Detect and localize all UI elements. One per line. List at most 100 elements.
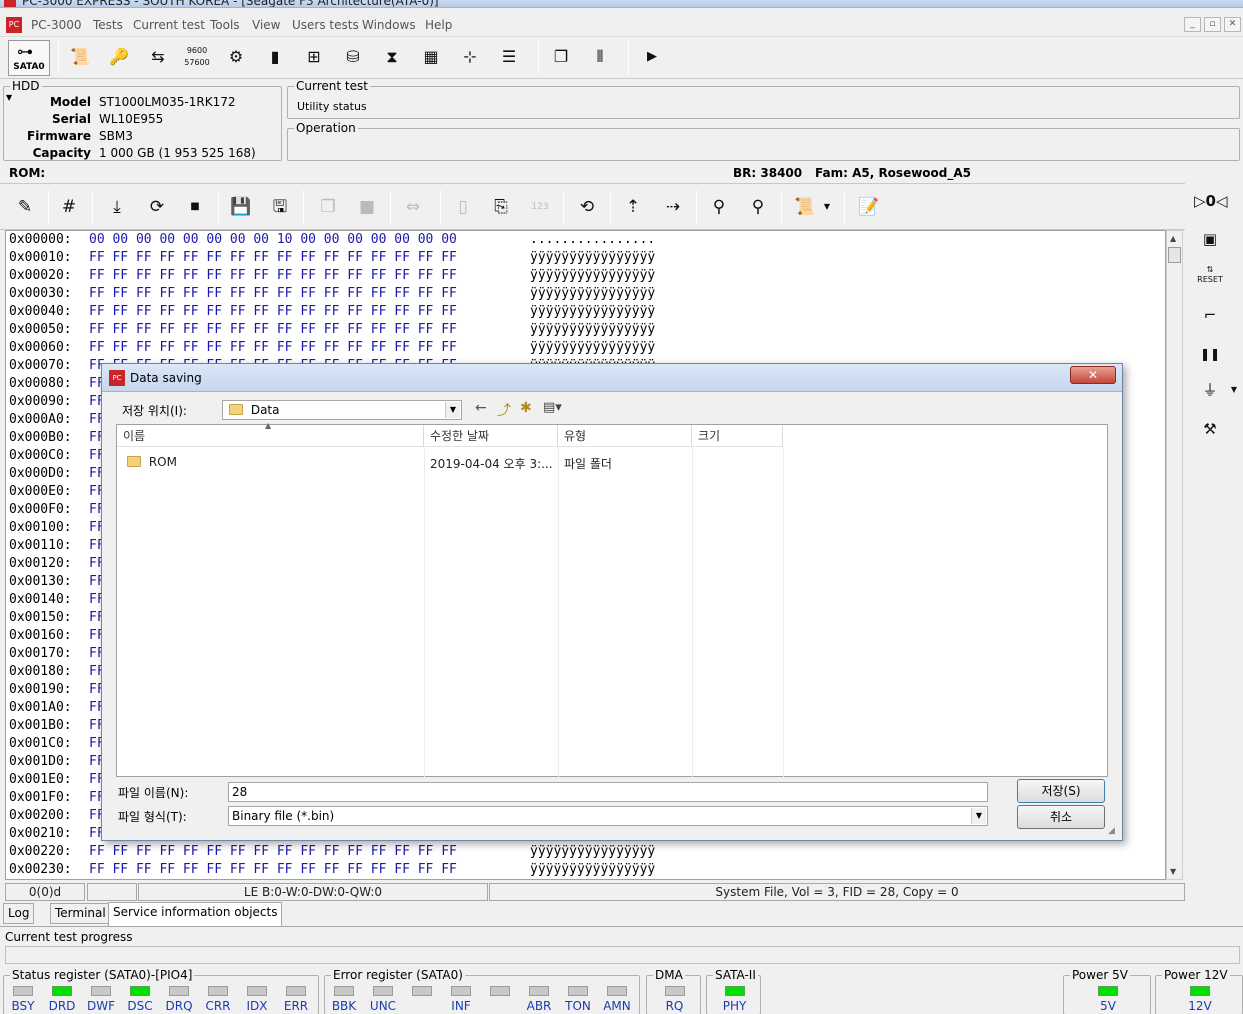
list-item[interactable]: ROM 2019-04-04 오후 3:... 파일 폴더 <box>117 451 1107 471</box>
page-refresh-icon[interactable]: ⟲ <box>574 194 600 220</box>
new-folder-icon[interactable]: ✱ <box>520 400 532 416</box>
minimize-icon[interactable]: _ <box>1184 17 1201 32</box>
hex-offset: 0x001E0: <box>9 772 72 787</box>
memory-icon[interactable]: ⊞ <box>300 43 328 71</box>
file-list[interactable]: 이름 ▲ 수정한 날짜 유형 크기 ROM 2019-04-04 오후 3:..… <box>116 421 1108 777</box>
menu-view[interactable]: View <box>252 18 280 32</box>
col-size[interactable]: 크기 <box>692 425 783 447</box>
page-down-icon[interactable]: ⎘ <box>488 194 514 220</box>
save-button[interactable]: 저장(S) <box>1017 779 1105 803</box>
filename-input[interactable]: 28 <box>228 782 988 802</box>
hex-row[interactable]: 0x00020: FF FF FF FF FF FF FF FF FF FF FF… <box>9 267 1159 285</box>
save-icon[interactable]: 💾 <box>228 194 254 220</box>
probe-icon[interactable]: ⌐ <box>1194 302 1226 328</box>
dialog-close-button[interactable]: ✕ <box>1070 366 1116 384</box>
baud-rate-icon[interactable]: 9600 57600 <box>183 43 211 71</box>
gear-icon[interactable]: ⚙ <box>222 43 250 71</box>
hex-row[interactable]: 0x00030: FF FF FF FF FF FF FF FF FF FF FF… <box>9 285 1159 303</box>
power-dropdown-icon[interactable]: ▼ <box>1228 377 1240 403</box>
menu-pc3000[interactable]: PC-3000 <box>31 18 81 32</box>
transfer-icon[interactable]: ⇆ <box>144 43 172 71</box>
port-connector-icon: ⊶ <box>17 42 33 61</box>
hex-row[interactable]: 0x00010: FF FF FF FF FF FF FF FF FF FF FF… <box>9 249 1159 267</box>
hourglass-icon[interactable]: ⧗ <box>378 43 406 71</box>
power-toggle-icon[interactable]: ▷0◁ <box>1194 188 1228 214</box>
find-next-icon[interactable]: ⚲ <box>745 194 771 220</box>
operation-label: Operation <box>294 121 358 135</box>
hex-bytes: FF FF FF FF FF FF FF FF FF FF FF FF FF F… <box>89 322 457 337</box>
board-icon[interactable]: ▣ <box>1194 226 1226 252</box>
up-folder-icon[interactable]: ⤴ <box>497 400 511 420</box>
pause-icon[interactable]: ❚❚ <box>1194 341 1226 367</box>
chevron-down-icon[interactable]: ▼ <box>445 402 460 418</box>
menu-current-test[interactable]: Current test <box>133 18 205 32</box>
hex-row[interactable]: 0x00050: FF FF FF FF FF FF FF FF FF FF FF… <box>9 321 1159 339</box>
stop-icon[interactable]: ■ <box>182 194 208 220</box>
scroll-thumb[interactable] <box>1168 247 1181 263</box>
led-label: BBK <box>331 999 357 1013</box>
menu-users-tests[interactable]: Users tests <box>292 18 359 32</box>
hex-row[interactable]: 0x00220: FF FF FF FF FF FF FF FF FF FF FF… <box>9 843 1159 861</box>
status-led <box>568 986 588 996</box>
page-jump-icon[interactable]: ⇢ <box>660 194 686 220</box>
hex-offset: 0x00060: <box>9 340 72 355</box>
chevron-down-icon[interactable]: ▼ <box>971 808 986 824</box>
tools-icon[interactable]: ⚒ <box>1194 416 1226 442</box>
hdd-group: HDD ▼ Model ST1000LM035-1RK172 Serial WL… <box>3 79 282 161</box>
resize-grip-icon[interactable]: ◢ <box>1108 826 1115 836</box>
save-as-icon[interactable]: 🖫 <box>267 194 293 220</box>
power-plug-icon[interactable]: ⏚ <box>1194 377 1226 403</box>
sort-arrow-icon: ▲ <box>265 421 272 430</box>
col-type[interactable]: 유형 <box>558 425 692 447</box>
hex-row[interactable]: 0x00230: FF FF FF FF FF FF FF FF FF FF FF… <box>9 861 1159 879</box>
refresh-icon[interactable]: ⟳ <box>144 194 170 220</box>
edit-icon[interactable]: ✎ <box>12 194 38 220</box>
template-icon[interactable]: 📜 <box>792 194 818 220</box>
tab-service-information-objects[interactable]: Service information objects <box>108 902 283 926</box>
grid-icon[interactable]: ▦ <box>417 43 445 71</box>
restore-icon[interactable]: ▫ <box>1204 17 1221 32</box>
hex-row[interactable]: 0x00060: FF FF FF FF FF FF FF FF FF FF FF… <box>9 339 1159 357</box>
back-arrow-icon[interactable]: ← <box>475 400 487 416</box>
play-icon[interactable]: ▶ <box>638 43 666 71</box>
reset-icon[interactable]: ⇅ RESET <box>1194 262 1226 288</box>
page-up-icon[interactable]: ⇡ <box>620 194 646 220</box>
download-icon[interactable]: ⤓ <box>104 194 130 220</box>
list-icon[interactable]: ☰ <box>495 43 523 71</box>
template-dropdown-icon[interactable]: ▼ <box>820 194 834 220</box>
chip-icon[interactable]: ▮ <box>261 43 289 71</box>
hex-bytes: FF FF FF FF FF FF FF FF FF FF FF FF FF F… <box>89 340 457 355</box>
save-in-select[interactable]: Data ▼ <box>222 400 462 420</box>
menu-windows[interactable]: Windows <box>362 18 416 32</box>
windows-icon[interactable]: ❐ <box>547 43 575 71</box>
hash-icon[interactable]: # <box>56 194 82 220</box>
scroll-doc-icon[interactable]: 📜 <box>66 43 94 71</box>
menu-tools[interactable]: Tools <box>210 18 240 32</box>
view-menu-icon[interactable]: ▤▾ <box>543 400 562 415</box>
bars-icon[interactable]: ⫴ <box>586 43 614 71</box>
status-led <box>13 986 33 996</box>
key-icon[interactable]: 🔑 <box>105 43 133 71</box>
hex-ascii: ÿÿÿÿÿÿÿÿÿÿÿÿÿÿÿÿ <box>530 844 656 859</box>
filetype-select[interactable]: Binary file (*.bin) ▼ <box>228 806 988 826</box>
col-date[interactable]: 수정한 날짜 <box>424 425 558 447</box>
menu-tests[interactable]: Tests <box>93 18 123 32</box>
cancel-button[interactable]: 취소 <box>1017 805 1105 829</box>
menu-help[interactable]: Help <box>425 18 452 32</box>
tab-terminal[interactable]: Terminal <box>50 903 111 924</box>
number-icon: 123 <box>531 202 549 212</box>
scroll-down-icon[interactable]: ▼ <box>1170 867 1176 876</box>
hex-row[interactable]: 0x00000: 00 00 00 00 00 00 00 00 10 00 00… <box>9 231 1159 249</box>
notepad-icon[interactable]: 📝 <box>856 194 882 220</box>
scroll-up-icon[interactable]: ▲ <box>1170 234 1176 243</box>
hex-row[interactable]: 0x00040: FF FF FF FF FF FF FF FF FF FF FF… <box>9 303 1159 321</box>
hex-scrollbar[interactable]: ▲ ▼ <box>1166 230 1183 880</box>
sata-port-button[interactable]: ⊶ SATA0 <box>8 40 50 76</box>
filetype-value: Binary file (*.bin) <box>232 809 335 823</box>
tab-log[interactable]: Log <box>3 903 35 924</box>
network-icon[interactable]: ⊹ <box>456 43 484 71</box>
binoculars-icon[interactable]: ⚲ <box>706 194 732 220</box>
disk-icon[interactable]: ⛁ <box>339 43 367 71</box>
close-icon[interactable]: ✕ <box>1224 17 1241 32</box>
led-label: 5V <box>1100 999 1116 1013</box>
